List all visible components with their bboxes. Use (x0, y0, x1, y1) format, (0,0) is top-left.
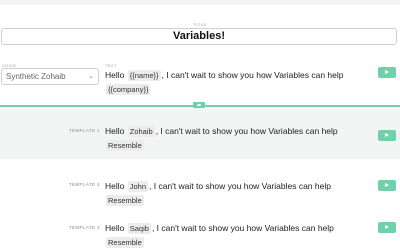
template-2-label: TEMPLATE 2 (68, 182, 100, 187)
template-2-text: Hello John, I can't wait to show you how… (105, 179, 370, 207)
play-button-editor[interactable] (378, 67, 396, 78)
template-1-middle: , I can't wait to show you how Variables… (155, 126, 338, 136)
text-middle: , I can't wait to show you how Variables… (161, 70, 344, 80)
title-label: TITLE (193, 22, 207, 27)
template-1-company-chip: Resemble (106, 140, 144, 151)
text-editor[interactable]: Hello {{name}}, I can't wait to show you… (105, 68, 370, 96)
voice-select-value: Synthetic Zohaib (6, 72, 66, 81)
template-3-text: Hello Saqib, I can't wait to show you ho… (105, 221, 370, 249)
chevron-down-icon: ⌄ (88, 73, 94, 80)
template-3-label: TEMPLATE 3 (68, 225, 100, 230)
title-input[interactable]: Variables! (1, 28, 397, 45)
template-1-name-chip: Zohaib (127, 126, 155, 137)
variable-chip-name[interactable]: {{name}} (127, 70, 161, 81)
divider-handle-icon[interactable] (193, 102, 205, 108)
top-bar (0, 0, 400, 5)
text-prefix: Hello (105, 70, 125, 80)
template-3-middle: , I can't wait to show you how Variables… (151, 223, 334, 233)
template-1-label: TEMPLATE 1 (68, 128, 100, 133)
template-2-name-chip: John (127, 181, 149, 192)
template-1-prefix: Hello (105, 126, 125, 136)
play-button-template-3[interactable] (378, 222, 396, 233)
template-3-company-chip: Resemble (106, 237, 144, 248)
variable-chip-company[interactable]: {{company}} (106, 84, 151, 95)
template-2-company-chip: Resemble (106, 195, 144, 206)
voice-select[interactable]: Synthetic Zohaib ⌄ (1, 68, 99, 85)
template-1-text: Hello Zohaib, I can't wait to show you h… (105, 124, 370, 152)
template-2-middle: , I can't wait to show you how Variables… (149, 181, 331, 191)
play-button-template-1[interactable] (378, 130, 396, 141)
template-2-prefix: Hello (105, 181, 125, 191)
template-3-name-chip: Saqib (127, 223, 151, 234)
template-3-prefix: Hello (105, 223, 125, 233)
play-button-template-2[interactable] (378, 180, 396, 191)
